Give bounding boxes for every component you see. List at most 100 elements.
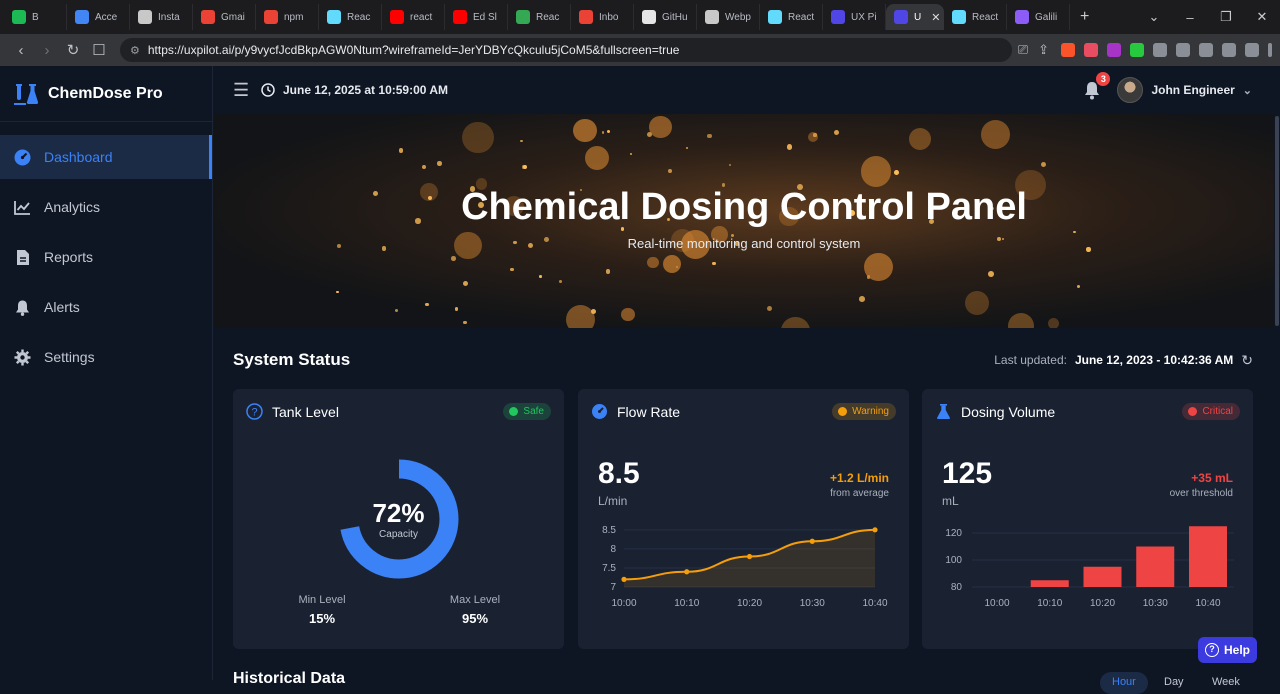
user-menu[interactable]: John Engineer ⌄ (1117, 77, 1252, 103)
sidebar-icon[interactable] (1222, 43, 1236, 57)
tab-favicon-icon (516, 10, 530, 24)
last-updated-value: June 12, 2023 - 10:42:36 AM (1074, 353, 1234, 367)
sidebar-item-settings[interactable]: Settings (0, 335, 212, 379)
page-scrollbar[interactable] (1274, 66, 1280, 680)
refresh-icon[interactable]: ↻ (1241, 352, 1253, 369)
flask-logo-icon (14, 83, 38, 105)
spark-decoration (909, 128, 932, 150)
tab-search-icon[interactable]: ⌄ (1136, 9, 1172, 25)
sidebar-item-alerts[interactable]: Alerts (0, 285, 212, 329)
notifications-button[interactable]: 3 (1083, 72, 1111, 100)
x-tick-label: 10:30 (1143, 598, 1168, 609)
spark-decoration (336, 290, 339, 294)
menu-icon[interactable] (1268, 43, 1272, 57)
puzzle-icon[interactable] (1176, 43, 1190, 57)
range-day-button[interactable]: Day (1152, 672, 1196, 694)
browser-tab-bar: B Acce Insta Gmai npm Reac react Ed Sl Reac Inbo G… (0, 0, 1280, 34)
range-week-button[interactable]: Week (1200, 672, 1252, 694)
data-point (872, 527, 878, 533)
url-field[interactable]: ⚙ https://uxpilot.ai/p/y9vycfJcdBkpAGW0N… (120, 38, 1012, 62)
close-tab-icon[interactable]: ✕ (931, 11, 940, 24)
spark-decoration (520, 139, 523, 142)
spark-decoration (621, 307, 635, 322)
flow-rate-value: 8.5 (598, 457, 640, 490)
browser-tab[interactable]: Webp (697, 4, 760, 30)
spark-decoration (707, 133, 713, 139)
system-status-header: System Status Last updated: June 12, 202… (233, 350, 1253, 370)
tab-label: U (914, 11, 922, 23)
minimize-button[interactable]: – (1172, 10, 1208, 25)
tab-label: Acce (95, 11, 118, 23)
x-tick-label: 10:00 (984, 598, 1009, 609)
spark-decoration (712, 261, 716, 266)
spark-decoration (522, 165, 526, 169)
tab-favicon-icon (75, 10, 89, 24)
tab-favicon-icon (831, 10, 845, 24)
browser-tabs: B Acce Insta Gmai npm Reac react Ed Sl Reac Inbo G… (4, 4, 1070, 30)
share-icon[interactable]: ⇪ (1038, 42, 1049, 58)
address-bar: ‹ › ↻ ☐ ⚙ https://uxpilot.ai/p/y9vycfJcd… (0, 34, 1280, 66)
install-icon[interactable]: ⎚ (1018, 42, 1028, 58)
flow-delta-note: from average (830, 488, 889, 499)
browser-tab[interactable]: Insta (130, 4, 193, 30)
spark-decoration (573, 118, 598, 143)
browser-tab[interactable]: Reac (319, 4, 382, 30)
browser-tab[interactable]: React (760, 4, 823, 30)
scrollbar-thumb[interactable] (1275, 116, 1279, 326)
status-badge-label: Critical (1202, 406, 1233, 417)
chevron-down-icon: ⌄ (1242, 84, 1252, 97)
site-info-icon[interactable]: ⚙ (130, 44, 140, 57)
range-hour-button[interactable]: Hour (1100, 672, 1148, 694)
browser-tab[interactable]: react (382, 4, 445, 30)
browser-tab[interactable]: Galili (1007, 4, 1070, 30)
help-button[interactable]: ? Help (1198, 637, 1257, 663)
tab-label: B (32, 11, 39, 23)
svg-text:?: ? (251, 407, 257, 419)
browser-tab[interactable]: B (4, 4, 67, 30)
status-badge: Critical (1182, 403, 1240, 420)
hamburger-menu-icon[interactable]: ☰ (233, 80, 261, 101)
tab-favicon-icon (453, 10, 467, 24)
spark-decoration (1008, 313, 1035, 328)
spark-decoration (602, 131, 605, 134)
browser-tab[interactable]: Inbo (571, 4, 634, 30)
bell-icon (16, 300, 29, 316)
browser-tab[interactable]: GitHu (634, 4, 697, 30)
dosing-volume-value: 125 (942, 457, 993, 490)
analytics-icon (14, 200, 30, 215)
forward-button[interactable]: › (34, 42, 60, 59)
browser-tab[interactable]: React (944, 4, 1007, 30)
download-ext-icon[interactable] (1107, 43, 1121, 57)
brave-rewards-icon[interactable] (1084, 43, 1098, 57)
brave-shield-icon[interactable] (1061, 43, 1075, 57)
sidebar-item-analytics[interactable]: Analytics (0, 185, 212, 229)
reload-button[interactable]: ↻ (60, 41, 86, 59)
media-icon[interactable] (1199, 43, 1213, 57)
back-button[interactable]: ‹ (8, 42, 34, 59)
tank-level-value: 72% (372, 498, 425, 528)
dosing-volume-unit: mL (942, 494, 959, 508)
eyedropper-icon[interactable] (1153, 43, 1167, 57)
browser-tab[interactable]: Acce (67, 4, 130, 30)
sidebar-item-label: Alerts (44, 299, 80, 315)
spark-decoration (394, 308, 398, 312)
browser-tab[interactable]: Ed Sl (445, 4, 508, 30)
browser-tab[interactable]: U ✕ (886, 4, 944, 30)
ai-icon[interactable] (1245, 43, 1259, 57)
window-controls: ⌄ – ❐ ✕ (1136, 0, 1280, 34)
close-window-button[interactable]: ✕ (1244, 9, 1280, 25)
sidebar-item-reports[interactable]: Reports (0, 235, 212, 279)
browser-tab[interactable]: UX Pi (823, 4, 886, 30)
brand[interactable]: ChemDose Pro (0, 66, 212, 122)
tab-label: UX Pi (851, 11, 877, 23)
status-dot (838, 407, 848, 416)
sidebar-item-dashboard[interactable]: Dashboard (0, 135, 212, 179)
ext-green-icon[interactable] (1130, 43, 1144, 57)
new-tab-button[interactable]: + (1070, 8, 1099, 26)
browser-tab[interactable]: Gmai (193, 4, 256, 30)
bookmark-icon[interactable]: ☐ (86, 41, 112, 59)
browser-tab[interactable]: npm (256, 4, 319, 30)
restore-button[interactable]: ❐ (1208, 9, 1244, 25)
browser-tab[interactable]: Reac (508, 4, 571, 30)
tab-favicon-icon (642, 10, 656, 24)
